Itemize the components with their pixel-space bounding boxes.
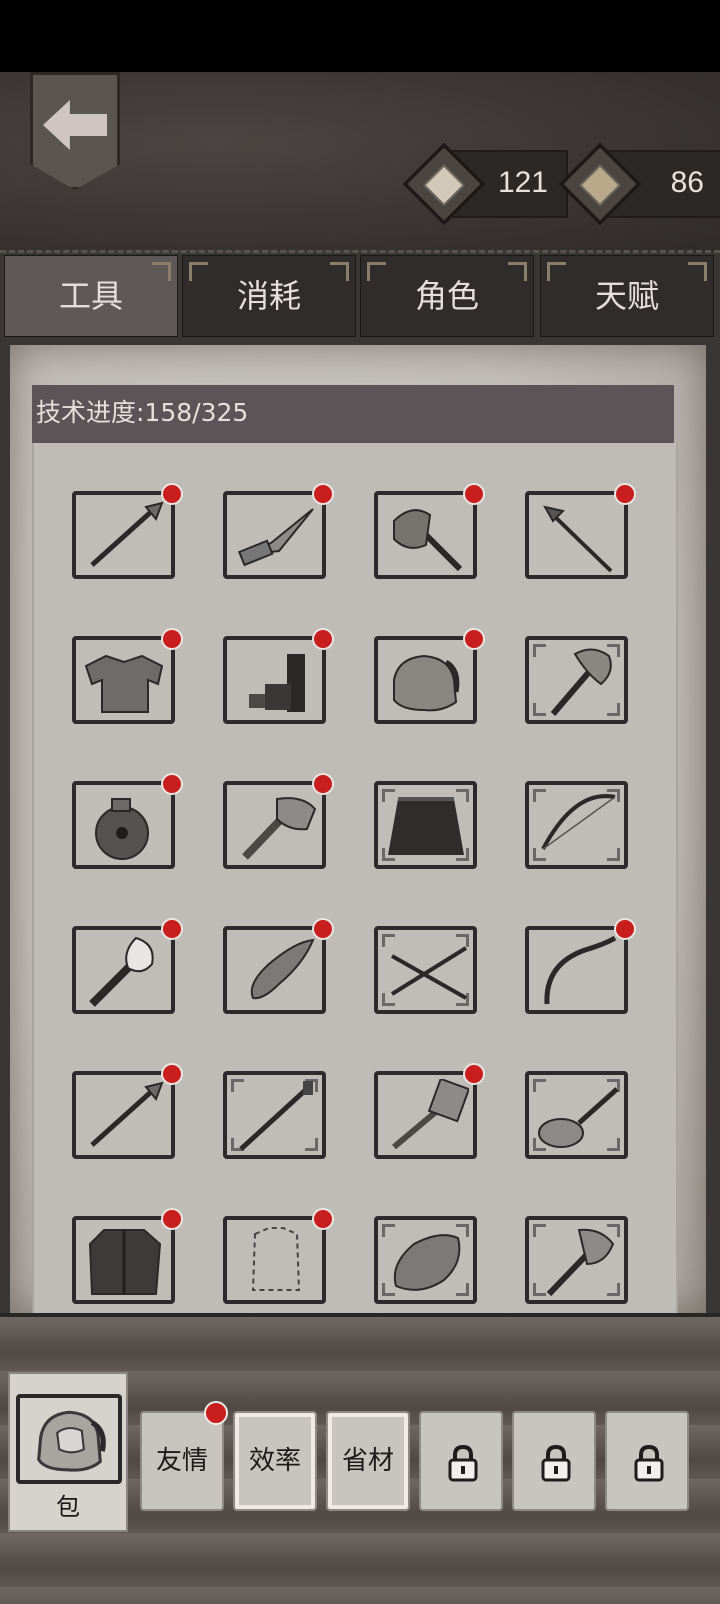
item-slot[interactable] xyxy=(72,1208,183,1304)
item-slot[interactable] xyxy=(374,1216,477,1304)
spear-icon xyxy=(90,1081,164,1147)
item-slot[interactable] xyxy=(223,1208,334,1304)
tab-label: 消耗 xyxy=(236,277,301,315)
tab-talents[interactable]: 天赋 xyxy=(540,255,714,337)
item-slot[interactable] xyxy=(525,1071,628,1159)
arrows-icon xyxy=(390,946,468,1000)
notification-badge xyxy=(463,1063,485,1085)
tab-characters[interactable]: 角色 xyxy=(360,255,534,337)
staff-icon xyxy=(239,1081,313,1151)
spear-icon xyxy=(90,501,164,567)
poison-bomb-icon xyxy=(95,798,149,860)
shirt-outline-icon xyxy=(251,1227,301,1291)
skill-label: 效率 xyxy=(248,1446,301,1476)
bow-icon xyxy=(541,794,616,850)
stone-hammer-icon xyxy=(242,797,317,860)
tab-consumables[interactable]: 消耗 xyxy=(182,255,356,337)
notification-badge xyxy=(161,483,183,505)
vest-icon xyxy=(88,1229,162,1295)
tab-label: 角色 xyxy=(414,277,479,315)
notification-badge xyxy=(312,1208,334,1230)
item-slot[interactable] xyxy=(223,483,334,579)
notification-badge xyxy=(204,1401,228,1425)
item-slot[interactable] xyxy=(223,773,334,869)
backpack-icon xyxy=(37,1410,106,1472)
item-slot[interactable] xyxy=(72,773,183,869)
stone-axe-icon xyxy=(393,509,463,572)
category-tabs: 工具 消耗 角色 天赋 xyxy=(0,255,720,337)
lock-icon xyxy=(541,1444,571,1482)
skill-label: 省材 xyxy=(341,1446,394,1476)
tech-progress: 技术进度:158/325 xyxy=(32,385,674,443)
locked-skill-slot[interactable] xyxy=(605,1411,689,1511)
skirt-icon xyxy=(388,797,464,855)
item-slot[interactable] xyxy=(374,926,477,1014)
notification-badge xyxy=(161,628,183,650)
item-slot[interactable] xyxy=(72,628,183,724)
notification-badge xyxy=(614,918,636,940)
back-arrow-icon xyxy=(43,100,107,150)
sledgehammer-icon xyxy=(392,1079,469,1150)
item-slot[interactable] xyxy=(223,1071,326,1159)
bag-card[interactable]: 包 xyxy=(8,1372,128,1532)
item-slot[interactable] xyxy=(525,636,628,724)
item-slot[interactable] xyxy=(374,1063,485,1159)
item-slot[interactable] xyxy=(525,483,636,579)
item-slot[interactable] xyxy=(72,483,183,579)
recurve-bow-icon xyxy=(544,935,617,1005)
currency-value: 86 xyxy=(670,166,704,199)
bag-label: 包 xyxy=(56,1493,80,1521)
notification-badge xyxy=(614,483,636,505)
stone-blade-icon xyxy=(250,938,315,1000)
locked-skill-slot[interactable] xyxy=(419,1411,503,1511)
notification-badge xyxy=(312,918,334,940)
lock-icon xyxy=(634,1444,664,1482)
notification-badge xyxy=(161,773,183,795)
item-slot[interactable] xyxy=(374,628,485,724)
notification-badge xyxy=(312,483,334,505)
item-slot[interactable] xyxy=(374,781,477,869)
notification-badge xyxy=(463,628,485,650)
item-slot[interactable] xyxy=(525,1216,628,1304)
notification-badge xyxy=(161,1063,183,1085)
notification-badge xyxy=(312,628,334,650)
notification-badge xyxy=(161,918,183,940)
tech-progress-label: 技术进度:158/325 xyxy=(36,398,249,427)
tab-label: 工具 xyxy=(58,277,123,315)
skill-button[interactable]: 效率 xyxy=(233,1411,317,1511)
torch-icon xyxy=(89,936,154,1007)
skill-label: 友情 xyxy=(155,1446,208,1476)
lock-icon xyxy=(448,1444,478,1482)
notification-badge xyxy=(312,773,334,795)
locked-skill-slot[interactable] xyxy=(512,1411,596,1511)
knife-icon xyxy=(237,508,314,567)
item-slot[interactable] xyxy=(72,918,183,1014)
axe-icon xyxy=(546,1228,615,1297)
dynamite-icon xyxy=(249,654,305,712)
bag-frame xyxy=(16,1394,122,1484)
item-slot[interactable] xyxy=(374,483,485,579)
notification-badge xyxy=(161,1208,183,1230)
backpack-icon xyxy=(393,654,460,712)
item-slot[interactable] xyxy=(223,918,334,1014)
skill-button[interactable]: 省材 xyxy=(326,1411,410,1511)
item-slot[interactable] xyxy=(525,781,628,869)
harpoon-icon xyxy=(543,505,613,573)
stone-icon xyxy=(393,1234,461,1291)
item-slot[interactable] xyxy=(525,918,636,1014)
tab-tools[interactable]: 工具 xyxy=(4,255,178,337)
skill-button[interactable]: 友情 xyxy=(140,1401,228,1511)
item-slot[interactable] xyxy=(223,628,334,724)
currency-value: 121 xyxy=(497,166,548,199)
tab-label: 天赋 xyxy=(594,277,659,315)
item-slot[interactable] xyxy=(72,1063,183,1159)
notification-badge xyxy=(463,483,485,505)
status-bar xyxy=(0,0,720,72)
battle-axe-icon xyxy=(550,648,612,716)
item-grid[interactable] xyxy=(32,443,678,1313)
chainmail-armor-icon xyxy=(84,654,164,713)
pan-icon xyxy=(538,1087,619,1148)
